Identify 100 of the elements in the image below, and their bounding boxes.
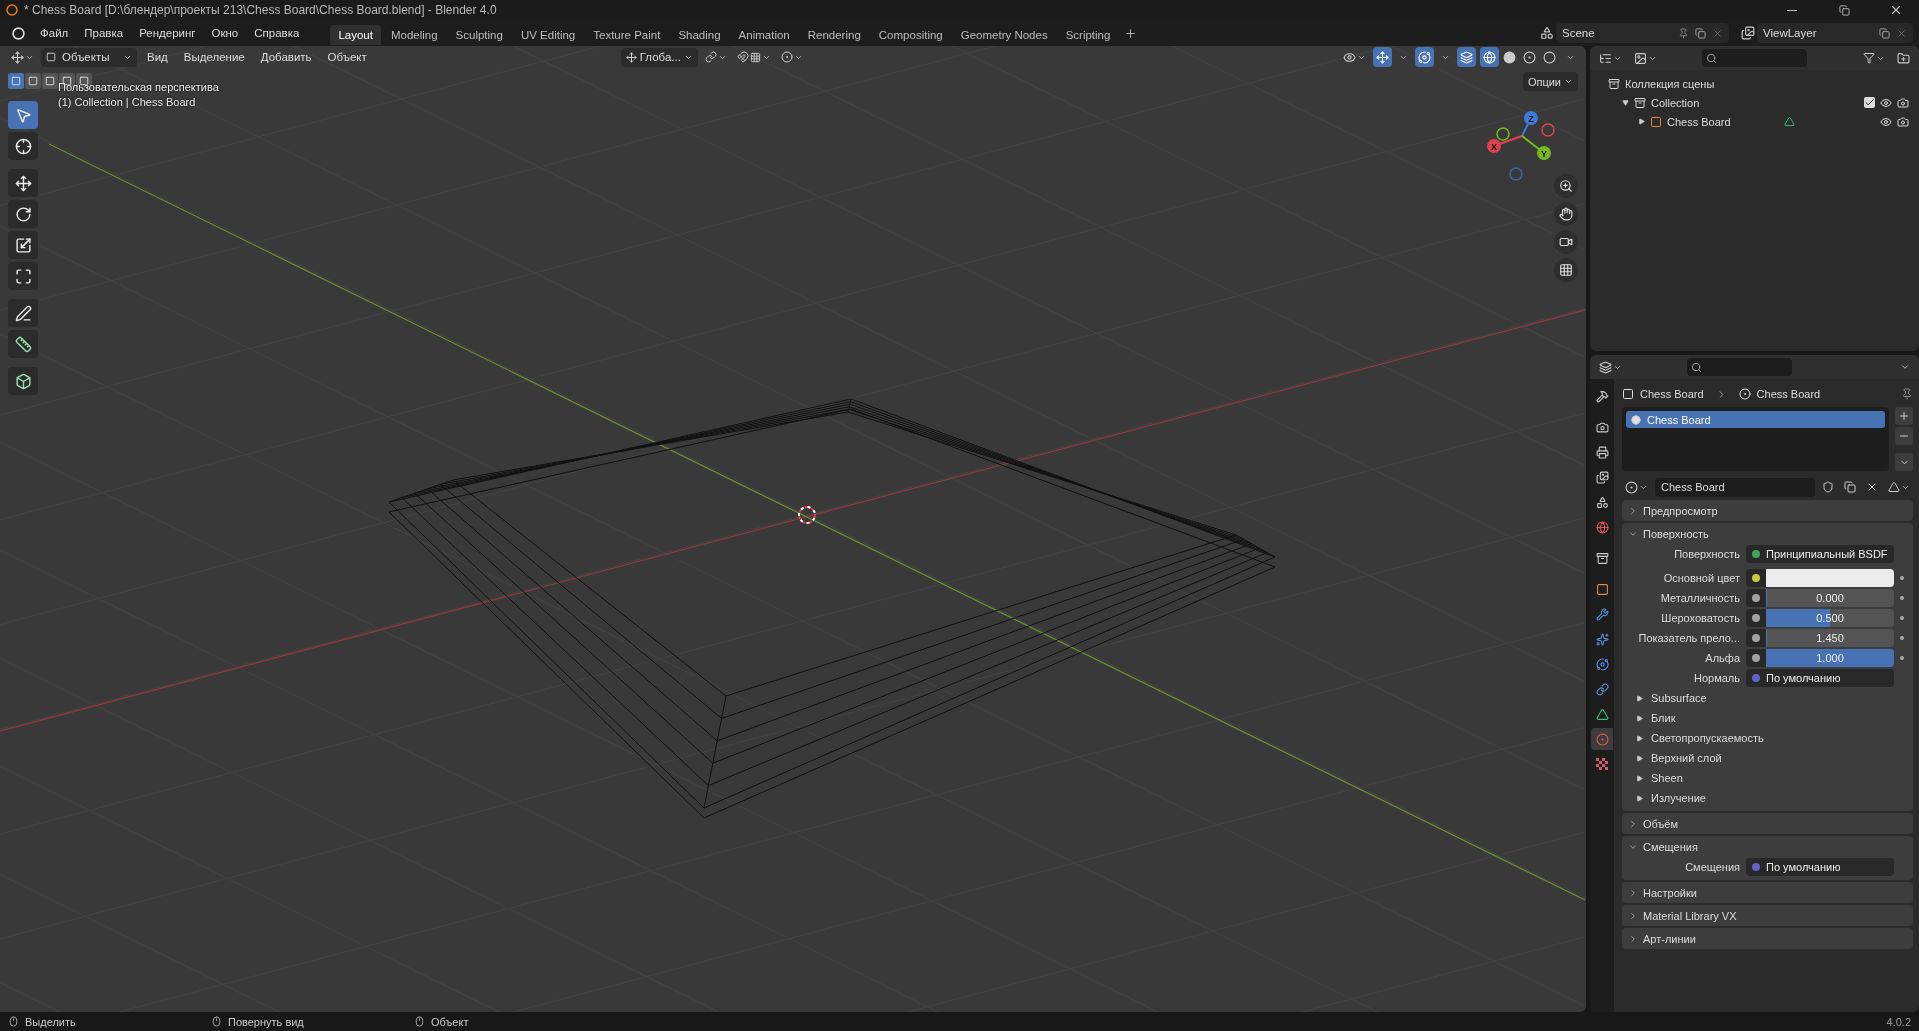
search-field[interactable] xyxy=(1702,49,1807,67)
workspace-tab[interactable]: Texture Paint xyxy=(585,24,669,45)
annotate-tool[interactable] xyxy=(8,299,38,327)
orientation-dropdown[interactable]: Глоба... xyxy=(620,47,698,67)
panel-header[interactable]: Material Library VX xyxy=(1622,905,1913,926)
panel-header[interactable]: Объём xyxy=(1622,813,1913,834)
keyframe-dot[interactable] xyxy=(1900,656,1904,660)
slot-menu-button[interactable] xyxy=(1895,453,1913,471)
keyframe-dot[interactable] xyxy=(1900,636,1904,640)
transform-tool[interactable] xyxy=(8,262,38,290)
menu-item[interactable]: Справка xyxy=(247,24,307,42)
menu-item[interactable]: Файл xyxy=(33,24,76,42)
workspace-tab[interactable]: Layout xyxy=(330,24,381,45)
blender-logo-icon[interactable] xyxy=(12,26,25,40)
menu-item[interactable]: Рендеринг xyxy=(132,24,203,42)
panel-header[interactable]: Настройки xyxy=(1622,882,1913,903)
workspace-tab[interactable]: Sculpting xyxy=(447,24,511,45)
options-dropdown[interactable]: Опции xyxy=(1522,72,1578,91)
expand-arrow-icon[interactable] xyxy=(1638,118,1645,125)
subpanel-header[interactable]: Блик xyxy=(1622,708,1913,728)
color-field[interactable] xyxy=(1766,569,1894,587)
panel-header[interactable]: Смещения xyxy=(1622,836,1913,857)
grid-view-button[interactable] xyxy=(1554,258,1578,282)
outliner-item[interactable]: Collection xyxy=(1651,96,1700,109)
workspace-tab[interactable]: Compositing xyxy=(870,24,951,45)
value-slider[interactable]: 1.000 xyxy=(1766,649,1894,667)
layers-icon xyxy=(1599,360,1612,374)
keyframe-dot[interactable] xyxy=(1900,616,1904,620)
menu-item[interactable]: Правка xyxy=(77,24,131,42)
selection-mode-button[interactable] xyxy=(42,73,58,89)
keyframe-dot[interactable] xyxy=(1900,576,1904,580)
selection-mode-button[interactable] xyxy=(25,73,41,89)
camera-view-button[interactable] xyxy=(1554,230,1578,254)
workspace-tab[interactable]: Modeling xyxy=(382,24,446,45)
wireframe-shading-button[interactable] xyxy=(1480,47,1499,67)
subpanel-header[interactable]: Sheen xyxy=(1622,768,1913,788)
add-workspace-icon[interactable] xyxy=(1124,26,1138,40)
hammer-icon xyxy=(1595,389,1609,403)
move-tool[interactable] xyxy=(8,169,38,197)
search-field[interactable] xyxy=(1687,358,1792,376)
search-icon xyxy=(1691,361,1702,373)
navigation-gizmo[interactable]: Z X Y xyxy=(1476,106,1562,186)
subpanel-header[interactable]: Верхний слой xyxy=(1622,748,1913,768)
measure-tool[interactable] xyxy=(8,330,38,358)
eye-icon[interactable] xyxy=(1880,115,1892,128)
select-box-tool[interactable] xyxy=(8,101,38,129)
workspace-tab[interactable]: Geometry Nodes xyxy=(952,24,1056,45)
subpanel-header[interactable]: Subsurface xyxy=(1622,688,1913,708)
workspace-tab[interactable]: Shading xyxy=(670,24,729,45)
view-layer-icon[interactable] xyxy=(1741,26,1755,40)
view-layer-selector[interactable]: ViewLayer xyxy=(1757,23,1913,43)
3d-viewport[interactable]: Объекты Вид Выделение Добавить Объект Глоба... Пользовательская перспектива (1) Collection | Chess Board Опции Z X Y xyxy=(0,46,1586,1012)
pin-icon[interactable] xyxy=(1901,388,1913,400)
outliner-item[interactable]: Chess Board xyxy=(1667,115,1731,128)
outliner-item[interactable]: Коллекция сцены xyxy=(1625,77,1715,90)
overlay-toggle[interactable] xyxy=(1415,47,1434,67)
shader-link-field[interactable]: Принципиальный BSDF xyxy=(1766,545,1894,563)
add-slot-button[interactable] xyxy=(1895,407,1913,425)
material-name-field[interactable]: Chess Board xyxy=(1655,477,1815,497)
menu-item[interactable]: Выделение xyxy=(177,49,251,65)
zoom-button[interactable] xyxy=(1554,174,1578,198)
cursor-tool[interactable] xyxy=(8,132,38,160)
workspace-tab[interactable]: Rendering xyxy=(799,24,869,45)
checkbox-icon[interactable] xyxy=(1864,97,1875,108)
filter-icon xyxy=(1863,52,1875,64)
rotate-tool[interactable] xyxy=(8,200,38,228)
remove-slot-button[interactable] xyxy=(1895,427,1913,445)
expand-arrow-icon[interactable] xyxy=(1622,99,1629,106)
workspace-tab[interactable]: Animation xyxy=(730,24,798,45)
camera-icon[interactable] xyxy=(1897,96,1909,109)
menu-item[interactable]: Добавить xyxy=(254,49,318,65)
panel-header[interactable]: Поверхность xyxy=(1622,523,1913,544)
value-slider[interactable]: 0.000 xyxy=(1766,589,1894,607)
material-slot[interactable]: Chess Board xyxy=(1626,411,1885,428)
eye-icon[interactable] xyxy=(1880,96,1892,109)
gizmo-toggle[interactable] xyxy=(1373,47,1392,67)
subpanel-header[interactable]: Светопропускаемость xyxy=(1622,728,1913,748)
camera-icon[interactable] xyxy=(1897,115,1909,128)
scene-icon[interactable] xyxy=(1540,26,1554,40)
value-slider[interactable]: 1.450 xyxy=(1766,629,1894,647)
subpanel-header[interactable]: Излучение xyxy=(1622,788,1913,808)
menu-item[interactable]: Объект xyxy=(321,49,373,65)
add-cube-tool[interactable] xyxy=(8,367,38,395)
menu-item[interactable]: Окно xyxy=(204,24,246,42)
panel-header[interactable]: Предпросмотр xyxy=(1622,500,1913,521)
mode-dropdown[interactable]: Объекты xyxy=(41,47,137,67)
workspace-tab[interactable]: UV Editing xyxy=(512,24,584,45)
chevron-down-icon xyxy=(1900,362,1910,372)
shader-link-field[interactable]: По умолчанию xyxy=(1766,669,1894,687)
keyframe-dot[interactable] xyxy=(1900,596,1904,600)
material-slot-list[interactable]: Chess Board xyxy=(1622,407,1889,471)
workspace-tab[interactable]: Scripting xyxy=(1057,24,1119,45)
scene-selector[interactable]: Scene xyxy=(1556,23,1729,43)
xray-toggle[interactable] xyxy=(1457,47,1476,67)
menu-item[interactable]: Вид xyxy=(141,49,174,65)
value-slider[interactable]: 0.500 xyxy=(1766,609,1894,627)
scale-tool[interactable] xyxy=(8,231,38,259)
pan-button[interactable] xyxy=(1554,202,1578,226)
panel-header[interactable]: Арт-линии xyxy=(1622,928,1913,949)
shader-link-field[interactable]: По умолчанию xyxy=(1766,858,1894,876)
